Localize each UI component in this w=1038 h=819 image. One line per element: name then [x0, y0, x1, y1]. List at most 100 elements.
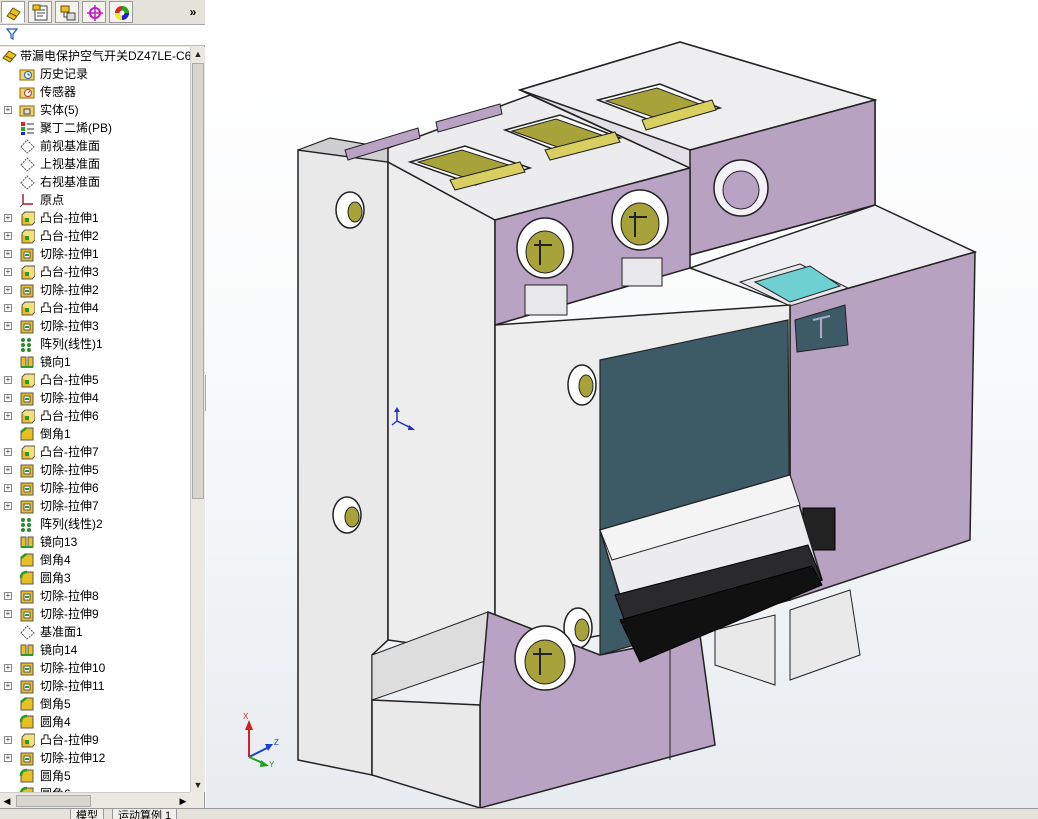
- tree-item-label: 历史记录: [40, 67, 89, 81]
- tree-item-label: 圆角5: [40, 769, 71, 783]
- tree-item[interactable]: + 凸台-拉伸4: [0, 299, 190, 317]
- tree-item[interactable]: 镜向13: [0, 533, 190, 551]
- tree-item[interactable]: + 凸台-拉伸1: [0, 209, 190, 227]
- tree-vertical-scroll-thumb[interactable]: [192, 63, 204, 499]
- filter-icon: [6, 28, 18, 40]
- expand-toggle-icon[interactable]: +: [4, 394, 12, 402]
- tree-item[interactable]: 圆角3: [0, 569, 190, 587]
- scroll-up-arrow-icon[interactable]: ▲: [191, 47, 205, 61]
- tree-item[interactable]: + 凸台-拉伸6: [0, 407, 190, 425]
- cut-extrude-icon: [20, 752, 34, 766]
- tree-item[interactable]: 聚丁二烯(PB): [0, 119, 190, 137]
- tree-item[interactable]: 原点: [0, 191, 190, 209]
- expand-toggle-icon[interactable]: +: [4, 376, 12, 384]
- tree-item[interactable]: + 切除-拉伸7: [0, 497, 190, 515]
- expand-toggle-icon[interactable]: +: [4, 106, 12, 114]
- tree-item-label: 传感器: [40, 85, 77, 99]
- cut-extrude-icon: [20, 464, 34, 478]
- tree-item-label: 切除-拉伸1: [40, 247, 99, 261]
- expand-toggle-icon[interactable]: +: [4, 736, 12, 744]
- tree-item[interactable]: 圆角5: [0, 767, 190, 785]
- tree-item[interactable]: + 切除-拉伸4: [0, 389, 190, 407]
- tree-item[interactable]: 倒角4: [0, 551, 190, 569]
- expand-toggle-icon[interactable]: +: [4, 214, 12, 222]
- display-manager-tab[interactable]: [109, 1, 133, 23]
- tree-item[interactable]: + 切除-拉伸12: [0, 749, 190, 767]
- tree-item[interactable]: 历史记录: [0, 65, 190, 83]
- expand-toggle-icon[interactable]: +: [4, 664, 12, 672]
- scroll-right-arrow-icon[interactable]: ▶: [176, 793, 190, 809]
- tree-item[interactable]: 传感器: [0, 83, 190, 101]
- tree-item[interactable]: + 切除-拉伸8: [0, 587, 190, 605]
- tree-root[interactable]: 带漏电保护空气开关DZ47LE-C63: [0, 47, 190, 65]
- tree-item-label: 原点: [40, 193, 65, 207]
- tree-item-label: 切除-拉伸8: [40, 589, 99, 603]
- tree-item-label: 凸台-拉伸5: [40, 373, 99, 387]
- expand-toggle-icon[interactable]: +: [4, 304, 12, 312]
- tree-item[interactable]: + 切除-拉伸1: [0, 245, 190, 263]
- expand-toggle-icon[interactable]: +: [4, 610, 12, 618]
- plane-icon: [20, 157, 35, 172]
- tree-item[interactable]: 上视基准面: [0, 155, 190, 173]
- boss-extrude-icon: [21, 409, 35, 424]
- tree-item[interactable]: + 切除-拉伸10: [0, 659, 190, 677]
- linear-pattern-icon: [21, 518, 31, 532]
- tree-item-label: 凸台-拉伸4: [40, 301, 99, 315]
- tree-item[interactable]: + 切除-拉伸5: [0, 461, 190, 479]
- expand-toggle-icon[interactable]: +: [4, 286, 12, 294]
- fillet-icon: [19, 570, 34, 585]
- breaker-model: [297, 41, 978, 808]
- tree-item[interactable]: 阵列(线性)2: [0, 515, 190, 533]
- dimxpert-tab[interactable]: [82, 1, 106, 23]
- expand-toggle-icon[interactable]: +: [4, 502, 12, 510]
- expand-toggle-icon[interactable]: +: [4, 484, 12, 492]
- tree-item-label: 切除-拉伸11: [40, 679, 105, 693]
- expand-toggle-icon[interactable]: +: [4, 322, 12, 330]
- tree-item[interactable]: + 切除-拉伸2: [0, 281, 190, 299]
- featuremanager-tab[interactable]: [1, 1, 25, 23]
- tree-item[interactable]: 前视基准面: [0, 137, 190, 155]
- scroll-down-arrow-icon[interactable]: ▼: [191, 778, 205, 792]
- expand-toggle-icon[interactable]: +: [4, 412, 12, 420]
- tree-item[interactable]: + 实体(5): [0, 101, 190, 119]
- tree-item[interactable]: 倒角1: [0, 425, 190, 443]
- tree-item[interactable]: 阵列(线性)1: [0, 335, 190, 353]
- tree-item[interactable]: + 凸台-拉伸3: [0, 263, 190, 281]
- tree-item[interactable]: + 切除-拉伸3: [0, 317, 190, 335]
- tree-item[interactable]: 右视基准面: [0, 173, 190, 191]
- configurationmanager-tab[interactable]: [55, 1, 79, 23]
- expand-toggle-icon[interactable]: +: [4, 268, 12, 276]
- boss-extrude-icon: [21, 373, 35, 388]
- tree-item[interactable]: + 切除-拉伸6: [0, 479, 190, 497]
- propertymanager-tab[interactable]: [28, 1, 52, 23]
- expand-toggle-icon[interactable]: +: [4, 592, 12, 600]
- tree-item[interactable]: + 切除-拉伸9: [0, 605, 190, 623]
- expand-toggle-icon[interactable]: +: [4, 754, 12, 762]
- tree-item[interactable]: + 切除-拉伸11: [0, 677, 190, 695]
- tree-item[interactable]: 倒角5: [0, 695, 190, 713]
- tree-vertical-scrollbar[interactable]: ▲ ▼: [190, 47, 205, 792]
- tree-horizontal-scroll-thumb[interactable]: [16, 795, 91, 807]
- expand-toggle-icon[interactable]: +: [4, 448, 12, 456]
- tree-item[interactable]: + 凸台-拉伸7: [0, 443, 190, 461]
- tree-item-label: 凸台-拉伸3: [40, 265, 99, 279]
- tree-horizontal-scrollbar[interactable]: ◀ ▶: [0, 792, 190, 809]
- expand-toggle-icon[interactable]: +: [4, 682, 12, 690]
- tree-item[interactable]: + 凸台-拉伸9: [0, 731, 190, 749]
- graphics-viewport[interactable]: X Z Y: [206, 0, 1038, 808]
- tree-item-label: 倒角1: [40, 427, 71, 441]
- scroll-left-arrow-icon[interactable]: ◀: [0, 793, 14, 809]
- expand-toggle-icon[interactable]: +: [4, 232, 12, 240]
- expand-toggle-icon[interactable]: +: [4, 466, 12, 474]
- tree-item[interactable]: + 凸台-拉伸5: [0, 371, 190, 389]
- tree-item[interactable]: 基准面1: [0, 623, 190, 641]
- tree-item[interactable]: + 凸台-拉伸2: [0, 227, 190, 245]
- tree-item-label: 切除-拉伸12: [40, 751, 106, 765]
- expand-toggle-icon[interactable]: +: [4, 250, 12, 258]
- tree-item[interactable]: 圆角4: [0, 713, 190, 731]
- tree-item[interactable]: 镜向1: [0, 353, 190, 371]
- tree-filter[interactable]: [0, 25, 205, 46]
- tree-item[interactable]: 圆角6: [0, 785, 190, 792]
- more-tabs-button[interactable]: »: [184, 2, 202, 22]
- tree-item[interactable]: 镜向14: [0, 641, 190, 659]
